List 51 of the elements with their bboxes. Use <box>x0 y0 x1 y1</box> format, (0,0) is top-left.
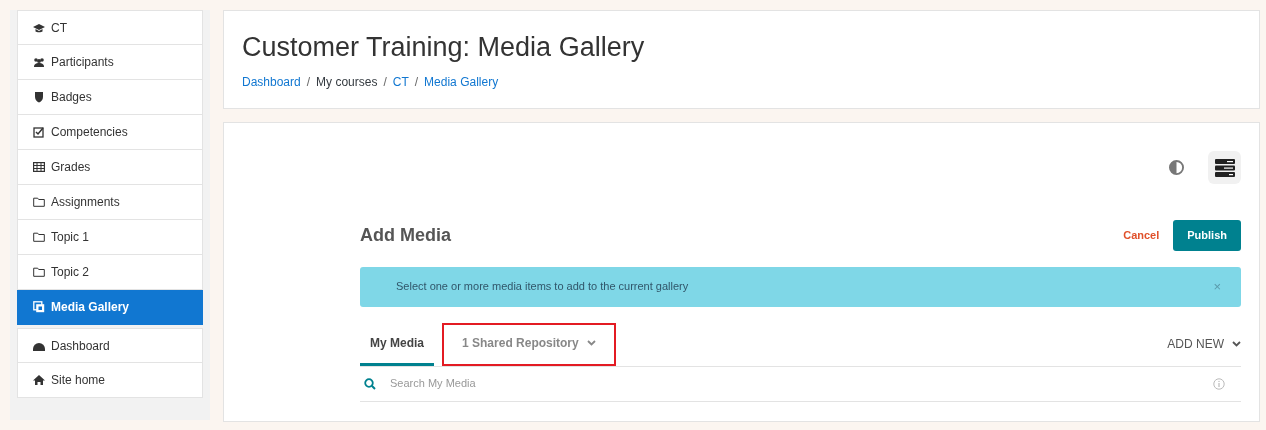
contrast-icon[interactable] <box>1169 160 1184 175</box>
cancel-button[interactable]: Cancel <box>1117 226 1166 245</box>
breadcrumb-separator: / <box>306 74 311 92</box>
sidebar-label: Topic 1 <box>51 229 90 246</box>
tab[interactable]: My Media <box>360 322 434 366</box>
tab[interactable]: 1 Shared Repository <box>442 322 616 366</box>
sidebar-label: Media Gallery <box>51 299 130 316</box>
sidebar-item[interactable]: Topic 2 <box>17 255 203 290</box>
sidebar-label: Site home <box>51 372 106 389</box>
breadcrumb-link[interactable]: Dashboard <box>242 73 301 92</box>
sidebar-item[interactable]: Site home <box>17 363 203 398</box>
chevron-down-icon <box>1232 341 1241 347</box>
sidebar-item[interactable]: Competencies <box>17 115 203 150</box>
graduation-cap-icon <box>33 21 45 34</box>
shield-icon <box>33 91 45 103</box>
folder-icon <box>33 266 45 278</box>
sidebar-label: Assignments <box>51 194 120 211</box>
breadcrumb-item: My courses <box>316 74 378 92</box>
sidebar-item[interactable]: Topic 1 <box>17 220 203 255</box>
sidebar-item[interactable]: Badges <box>17 80 203 115</box>
layout-toggle-icon[interactable] <box>1208 151 1241 184</box>
sidebar-label: Badges <box>51 89 92 106</box>
sidebar-label: Dashboard <box>51 337 110 355</box>
table-icon <box>33 161 45 173</box>
sidebar-item[interactable]: Assignments <box>17 185 203 220</box>
folder-icon <box>33 196 45 208</box>
sidebar-item[interactable]: Grades <box>17 150 203 185</box>
home-icon <box>33 374 45 386</box>
publish-button[interactable]: Publish <box>1173 220 1241 251</box>
section-title: Add Media <box>360 223 451 247</box>
folder-icon <box>33 231 45 243</box>
sidebar-item[interactable]: Dashboard <box>17 328 203 363</box>
sidebar-item[interactable]: Media Gallery <box>17 290 203 325</box>
sidebar-item[interactable]: Participants <box>17 45 203 80</box>
sidebar-label: Competencies <box>51 124 128 141</box>
add-new-dropdown[interactable]: ADD NEW <box>1167 335 1241 353</box>
breadcrumb-separator: / <box>414 74 419 92</box>
search-icon <box>364 377 376 390</box>
alert-message: Select one or more media items to add to the current gallery <box>396 279 689 295</box>
breadcrumb-separator: / <box>383 74 387 92</box>
gallery-icon <box>33 301 45 313</box>
sidebar-label: CT <box>51 19 67 37</box>
sidebar-item[interactable]: CT <box>17 10 203 45</box>
breadcrumb-link[interactable]: Media Gallery <box>424 73 499 92</box>
sidebar-label: Topic 2 <box>51 264 90 281</box>
breadcrumb-link[interactable]: CT <box>392 73 409 92</box>
sidebar-label: Participants <box>51 54 114 71</box>
sidebar-label: Grades <box>51 159 91 176</box>
users-icon <box>33 56 45 68</box>
checkbox-icon <box>33 126 45 138</box>
page-title: Customer Training: Media Gallery <box>242 31 646 64</box>
